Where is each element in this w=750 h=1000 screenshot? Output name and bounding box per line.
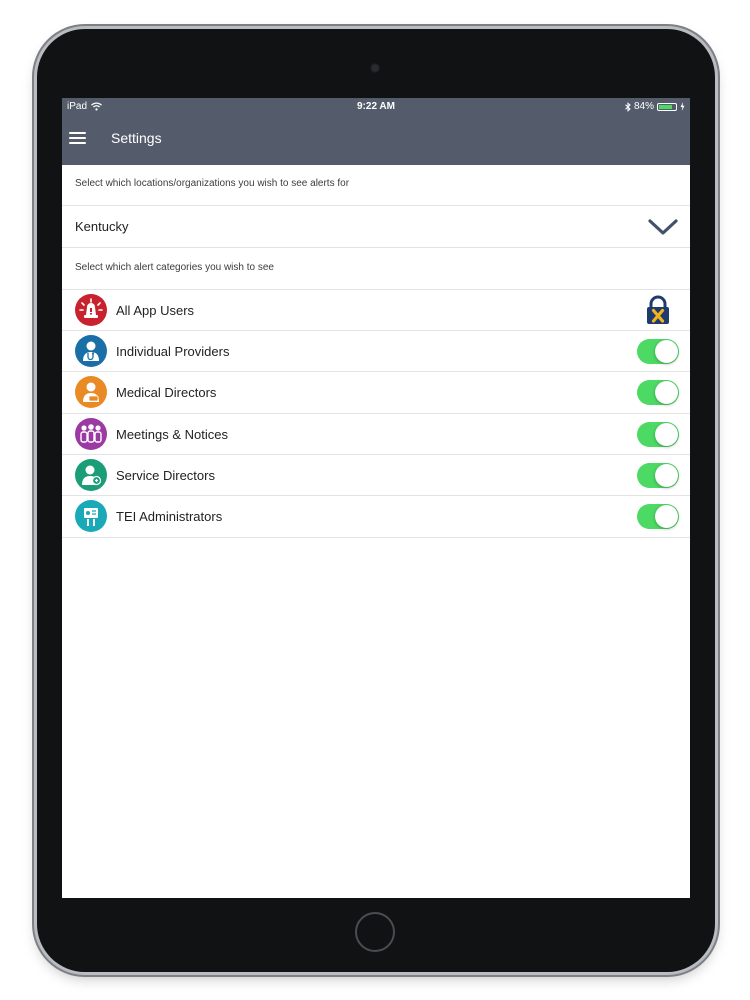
category-label: Medical Directors — [116, 385, 217, 400]
toggle-knob — [655, 464, 678, 487]
chevron-down-icon[interactable] — [648, 218, 678, 236]
toggle-knob — [655, 505, 678, 528]
app-screen: iPad 9:22 AM 84% Settings Select which l… — [62, 98, 690, 898]
lock-icon — [647, 295, 669, 324]
director-person-icon — [75, 376, 107, 408]
category-row-all-app-users: All App Users — [62, 290, 690, 331]
location-selected-value: Kentucky — [75, 219, 129, 234]
category-row-medical-directors: Medical Directors — [62, 372, 690, 414]
charging-bolt-icon — [680, 102, 685, 111]
tei-administrators-toggle[interactable] — [637, 504, 679, 529]
status-time: 9:22 AM — [357, 101, 395, 112]
status-bar: iPad 9:22 AM 84% — [62, 98, 690, 116]
toggle-knob — [655, 423, 678, 446]
category-row-meetings-notices: Meetings & Notices — [62, 414, 690, 455]
toggle-knob — [655, 340, 678, 363]
category-hint: Select which alert categories you wish t… — [75, 262, 274, 273]
category-label: Service Directors — [116, 468, 215, 483]
category-row-service-directors: Service Directors — [62, 455, 690, 496]
navigation-bar: Settings — [62, 116, 690, 165]
page-title: Settings — [111, 130, 162, 146]
location-hint: Select which locations/organizations you… — [75, 178, 350, 189]
service-person-icon — [75, 459, 107, 491]
hamburger-menu-icon[interactable] — [69, 132, 89, 148]
medical-directors-toggle[interactable] — [637, 380, 679, 405]
battery-percent: 84% — [633, 101, 654, 112]
location-hint-row: Select which locations/organizations you… — [62, 165, 690, 206]
front-camera — [370, 63, 380, 73]
location-dropdown[interactable]: Kentucky — [62, 206, 690, 248]
category-row-individual-providers: Individual Providers — [62, 331, 690, 372]
individual-providers-toggle[interactable] — [637, 339, 679, 364]
group-people-icon — [75, 418, 107, 450]
provider-person-icon — [75, 335, 107, 367]
toggle-knob — [655, 381, 678, 404]
home-button[interactable] — [355, 912, 395, 952]
bluetooth-icon — [625, 101, 631, 112]
category-label: Meetings & Notices — [116, 427, 228, 442]
meetings-notices-toggle[interactable] — [637, 422, 679, 447]
category-label: All App Users — [116, 303, 195, 318]
category-row-tei-administrators: TEI Administrators — [62, 496, 690, 538]
category-hint-row: Select which alert categories you wish t… — [62, 248, 690, 290]
battery-level — [659, 104, 672, 109]
service-directors-toggle[interactable] — [637, 463, 679, 488]
alert-siren-icon — [75, 294, 107, 326]
category-label: Individual Providers — [116, 344, 230, 359]
battery-icon — [657, 102, 677, 111]
admin-person-icon — [75, 500, 107, 532]
category-label: TEI Administrators — [116, 509, 223, 524]
